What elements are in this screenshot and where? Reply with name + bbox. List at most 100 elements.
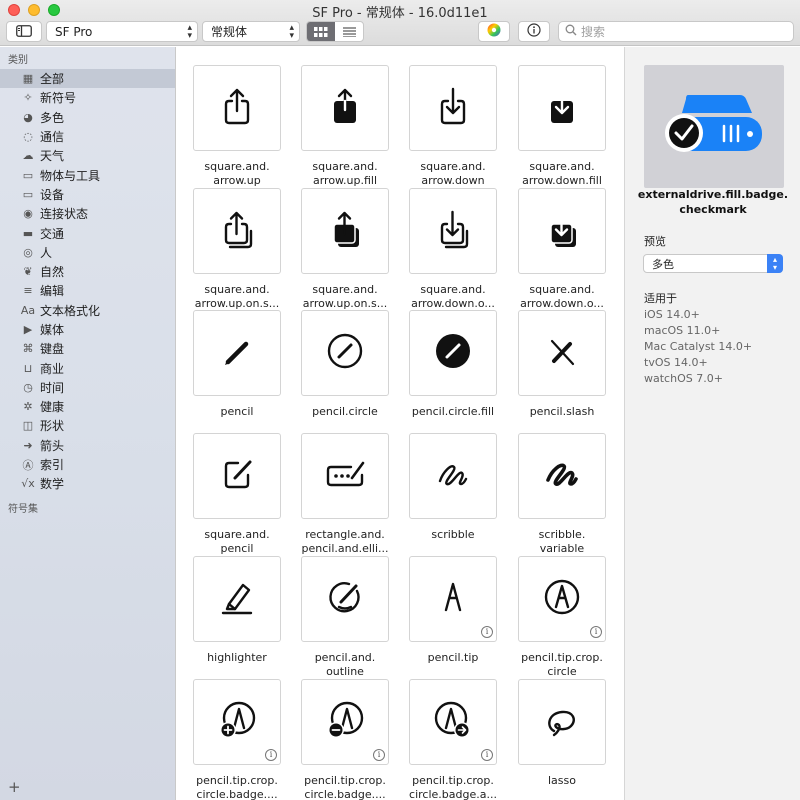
- symbol-label: pencil.tip.crop. circle.badge....: [177, 774, 297, 800]
- symbol-tile[interactable]: [518, 188, 606, 274]
- symbol-label-line2: arrow.up.fill: [312, 174, 378, 187]
- search-field[interactable]: 搜索: [558, 21, 794, 42]
- symbol-grid: square.and. arrow.up square.and. arrow.up.f…: [177, 47, 623, 800]
- sidebar-item[interactable]: ◌ 通信: [0, 127, 175, 146]
- sidebar-item[interactable]: ▶ 媒体: [0, 320, 175, 339]
- weight-popup[interactable]: 常规体 ▴ ▾: [202, 21, 300, 42]
- symbol-tile[interactable]: i: [409, 556, 497, 642]
- folder-icon: ▭: [22, 168, 34, 182]
- sidebar-item[interactable]: ✲ 健康: [0, 397, 175, 416]
- symbol-tile[interactable]: [301, 65, 389, 151]
- symbol-tile[interactable]: [193, 65, 281, 151]
- symbol-tile[interactable]: [193, 188, 281, 274]
- sidebar-item[interactable]: ➜ 箭头: [0, 436, 175, 455]
- square-and-arrow-up-on-square-fill-icon: [325, 209, 365, 253]
- sidebar-item[interactable]: ◉ 连接状态: [0, 204, 175, 223]
- pencil-and-outline-icon: [325, 577, 365, 621]
- car-icon: ▬: [22, 226, 34, 240]
- square-and-arrow-down-on-square-icon: [433, 209, 473, 253]
- sidebar-item-label: 商业: [40, 361, 65, 376]
- toggle-sidebar-button[interactable]: [6, 21, 42, 42]
- symbol-tile[interactable]: [301, 188, 389, 274]
- app-window: SF Pro - 常规体 - 16.0d11e1 SF Pro ▴ ▾ 常规体 ▴…: [0, 0, 800, 800]
- symbol-label-line1: pencil.circle.fill: [411, 405, 495, 418]
- sidebar-item[interactable]: ✧ 新符号: [0, 88, 175, 107]
- sidebar-item-label: 新符号: [40, 91, 77, 106]
- sidebar-item[interactable]: ▭ 设备: [0, 185, 175, 204]
- sidebar-item[interactable]: ◎ 人: [0, 243, 175, 262]
- color-button[interactable]: [478, 21, 510, 42]
- symbol-tile[interactable]: i: [193, 679, 281, 765]
- symbol-tile[interactable]: [518, 310, 606, 396]
- sidebar-item[interactable]: ⌘ 键盘: [0, 339, 175, 358]
- symbol-tile[interactable]: [193, 433, 281, 519]
- info-badge-icon[interactable]: i: [590, 626, 602, 638]
- sidebar-item[interactable]: ◕ 多色: [0, 108, 175, 127]
- pencil-tip-icon: [433, 577, 473, 621]
- platform-item: Mac Catalyst 14.0+: [644, 340, 753, 353]
- info-button[interactable]: [518, 21, 550, 42]
- symbol-label: pencil.and. outline: [285, 651, 405, 679]
- symbol-label-line1: square.and.: [204, 160, 270, 173]
- sidebar-item[interactable]: ◷ 时间: [0, 378, 175, 397]
- info-badge-icon[interactable]: i: [373, 749, 385, 761]
- symbol-label: pencil.tip.crop. circle: [502, 651, 622, 679]
- square-on-circle-icon: ◫: [22, 419, 34, 433]
- sidebar-item-label: 数学: [40, 477, 65, 492]
- sidebar-item[interactable]: ⊔ 商业: [0, 358, 175, 377]
- symbol-tile[interactable]: [518, 65, 606, 151]
- sidebar-item-label: 时间: [40, 380, 65, 395]
- font-popup[interactable]: SF Pro ▴ ▾: [46, 21, 198, 42]
- symbol-label-line2: arrow.up.on.s...: [302, 297, 388, 310]
- symbol-tile[interactable]: i: [409, 679, 497, 765]
- symbol-tile[interactable]: [193, 556, 281, 642]
- sidebar-item[interactable]: √x 数学: [0, 474, 175, 493]
- grid-view-button[interactable]: [307, 22, 335, 41]
- symbol-tile[interactable]: [301, 310, 389, 396]
- sidebar-item-label: 文本格式化: [40, 303, 101, 318]
- rectangle-and-pencil-and-ellipsis-icon: [325, 454, 365, 498]
- symbol-label-line2: arrow.down.fill: [522, 174, 602, 187]
- search-icon: [565, 24, 577, 39]
- symbol-tile[interactable]: [409, 310, 497, 396]
- info-badge-icon[interactable]: i: [265, 749, 277, 761]
- symbol-tile[interactable]: [518, 433, 606, 519]
- list-view-button[interactable]: [335, 22, 363, 41]
- symbol-tile[interactable]: [409, 188, 497, 274]
- symbol-tile[interactable]: [409, 65, 497, 151]
- symbol-tile[interactable]: i: [518, 556, 606, 642]
- symbol-tile[interactable]: [193, 310, 281, 396]
- sidebar-item[interactable]: ▬ 交通: [0, 223, 175, 242]
- symbol-label-line1: square.and.: [529, 283, 595, 296]
- sidebar-item[interactable]: ❦ 自然: [0, 262, 175, 281]
- scribble-icon: [433, 454, 473, 498]
- leaf-icon: ❦: [23, 265, 33, 279]
- sidebar-item-label: 索引: [40, 458, 65, 473]
- add-set-button[interactable]: +: [8, 778, 21, 796]
- symbol-tile[interactable]: [301, 433, 389, 519]
- sidebar-item[interactable]: ☁ 天气: [0, 146, 175, 165]
- info-badge-icon[interactable]: i: [481, 626, 493, 638]
- heart-icon: ✲: [23, 400, 33, 414]
- sidebar-item[interactable]: ≡ 编辑: [0, 281, 175, 300]
- symbol-tile[interactable]: [518, 679, 606, 765]
- symbol-label: square.and. arrow.up.on.s...: [285, 283, 405, 311]
- symbol-label-line1: square.and.: [420, 283, 486, 296]
- pencil-icon: [217, 331, 257, 375]
- symbol-tile[interactable]: [409, 433, 497, 519]
- sidebar-item[interactable]: ▦ 全部: [0, 69, 175, 89]
- symbol-label: pencil.slash: [502, 405, 622, 419]
- symbol-tile[interactable]: [301, 556, 389, 642]
- sidebar-item[interactable]: ▭ 物体与工具: [0, 165, 175, 184]
- symbol-tile[interactable]: i: [301, 679, 389, 765]
- sidebar-item[interactable]: Aa 文本格式化: [0, 301, 175, 320]
- sidebar-item[interactable]: ◫ 形状: [0, 416, 175, 435]
- symbol-label-line2: arrow.up.on.s...: [194, 297, 280, 310]
- info-badge-icon[interactable]: i: [481, 749, 493, 761]
- arrow-right-icon: ➜: [23, 438, 33, 452]
- rendering-mode-select[interactable]: 多色 ▴ ▾: [643, 254, 783, 273]
- sqrt-icon: √x: [21, 477, 35, 491]
- sidebar-item[interactable]: Ⓐ 索引: [0, 455, 175, 474]
- rendering-mode-value: 多色: [652, 257, 674, 271]
- symbol-label-line1: square.and.: [312, 160, 378, 173]
